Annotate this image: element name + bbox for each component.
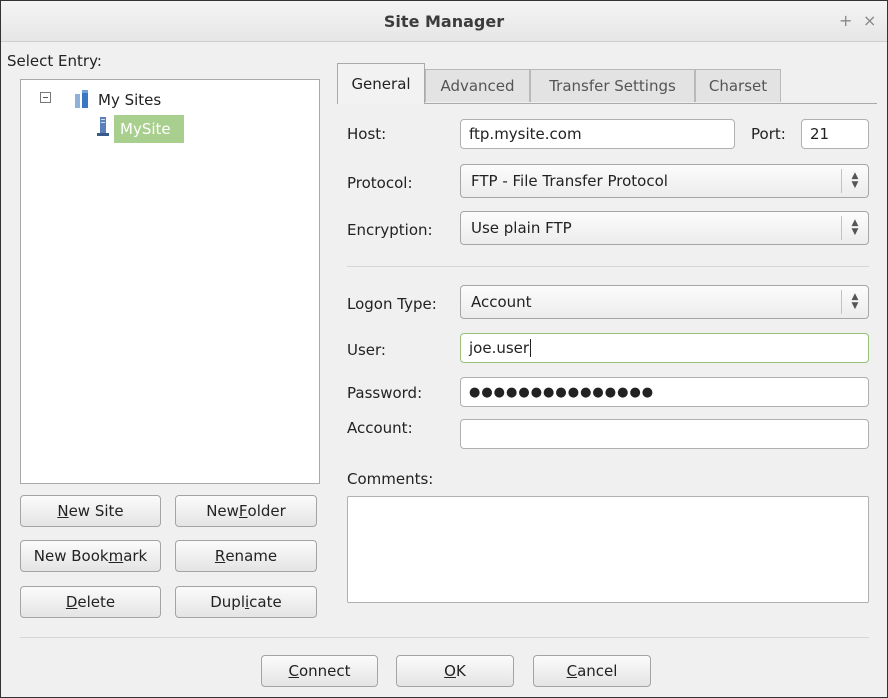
encryption-select[interactable]: Use plain FTP ▲ ▼ bbox=[460, 211, 869, 245]
connect-button[interactable]: Connect bbox=[261, 655, 378, 687]
close-button[interactable]: × bbox=[863, 11, 876, 30]
password-input[interactable]: ●●●●●●●●●●●●●●● bbox=[460, 377, 869, 407]
select-entry-label: Select Entry: bbox=[7, 52, 102, 70]
password-label: Password: bbox=[347, 384, 423, 402]
server-icon bbox=[97, 117, 109, 136]
new-folder-button[interactable]: New Folder bbox=[175, 495, 317, 527]
user-input[interactable]: joe.user bbox=[460, 333, 869, 363]
account-label: Account: bbox=[347, 419, 413, 437]
tree-item-my-sites[interactable]: My Sites bbox=[98, 91, 161, 109]
separator bbox=[347, 266, 869, 267]
duplicate-button[interactable]: Dupl i cate bbox=[175, 586, 317, 618]
tab-advanced[interactable]: Advanced bbox=[425, 69, 530, 102]
comments-label: Comments: bbox=[347, 470, 434, 488]
spin-arrows-icon: ▲ ▼ bbox=[841, 216, 868, 240]
title-bar[interactable]: Site Manager + × bbox=[1, 1, 887, 42]
encryption-label: Encryption: bbox=[347, 221, 433, 239]
port-input[interactable]: 21 bbox=[801, 119, 869, 149]
spin-arrows-icon: ▲ ▼ bbox=[841, 169, 868, 193]
tab-transfer-settings[interactable]: Transfer Settings bbox=[530, 69, 695, 102]
site-tree[interactable]: My Sites MySite bbox=[20, 79, 320, 484]
delete-button[interactable]: Delete bbox=[20, 586, 161, 618]
spin-arrows-icon: ▲ ▼ bbox=[841, 290, 868, 314]
collapse-toggle[interactable] bbox=[40, 92, 51, 103]
window-title: Site Manager bbox=[383, 12, 505, 31]
ok-button[interactable]: OK bbox=[396, 655, 514, 687]
host-input[interactable]: ftp.mysite.com bbox=[460, 119, 735, 149]
tab-general[interactable]: General bbox=[337, 63, 425, 104]
logon-type-value: Account bbox=[471, 293, 532, 311]
tab-charset[interactable]: Charset bbox=[695, 69, 781, 102]
port-label: Port: bbox=[751, 125, 786, 143]
new-site-button[interactable]: New Site bbox=[20, 495, 161, 527]
logon-type-label: Logon Type: bbox=[347, 295, 437, 313]
site-manager-window: Site Manager + × Select Entry: My Sites … bbox=[0, 0, 888, 698]
encryption-value: Use plain FTP bbox=[471, 219, 572, 237]
pin-button[interactable]: + bbox=[839, 11, 852, 30]
text-cursor bbox=[530, 339, 532, 357]
cancel-button[interactable]: Cancel bbox=[533, 655, 651, 687]
folder-sites-icon bbox=[75, 90, 88, 108]
footer-separator bbox=[20, 637, 869, 638]
host-label: Host: bbox=[347, 125, 387, 143]
protocol-value: FTP - File Transfer Protocol bbox=[471, 172, 668, 190]
protocol-label: Protocol: bbox=[347, 174, 413, 192]
comments-textarea[interactable] bbox=[347, 496, 869, 603]
protocol-select[interactable]: FTP - File Transfer Protocol ▲ ▼ bbox=[460, 164, 869, 198]
tree-item-mysite-label: MySite bbox=[120, 120, 171, 138]
rename-button[interactable]: Rename bbox=[175, 540, 317, 572]
tree-item-mysite[interactable]: MySite bbox=[114, 115, 184, 143]
logon-type-select[interactable]: Account ▲ ▼ bbox=[460, 285, 869, 319]
account-input[interactable] bbox=[460, 419, 869, 449]
user-label: User: bbox=[347, 341, 386, 359]
new-bookmark-button[interactable]: New Book m ark bbox=[20, 540, 161, 572]
